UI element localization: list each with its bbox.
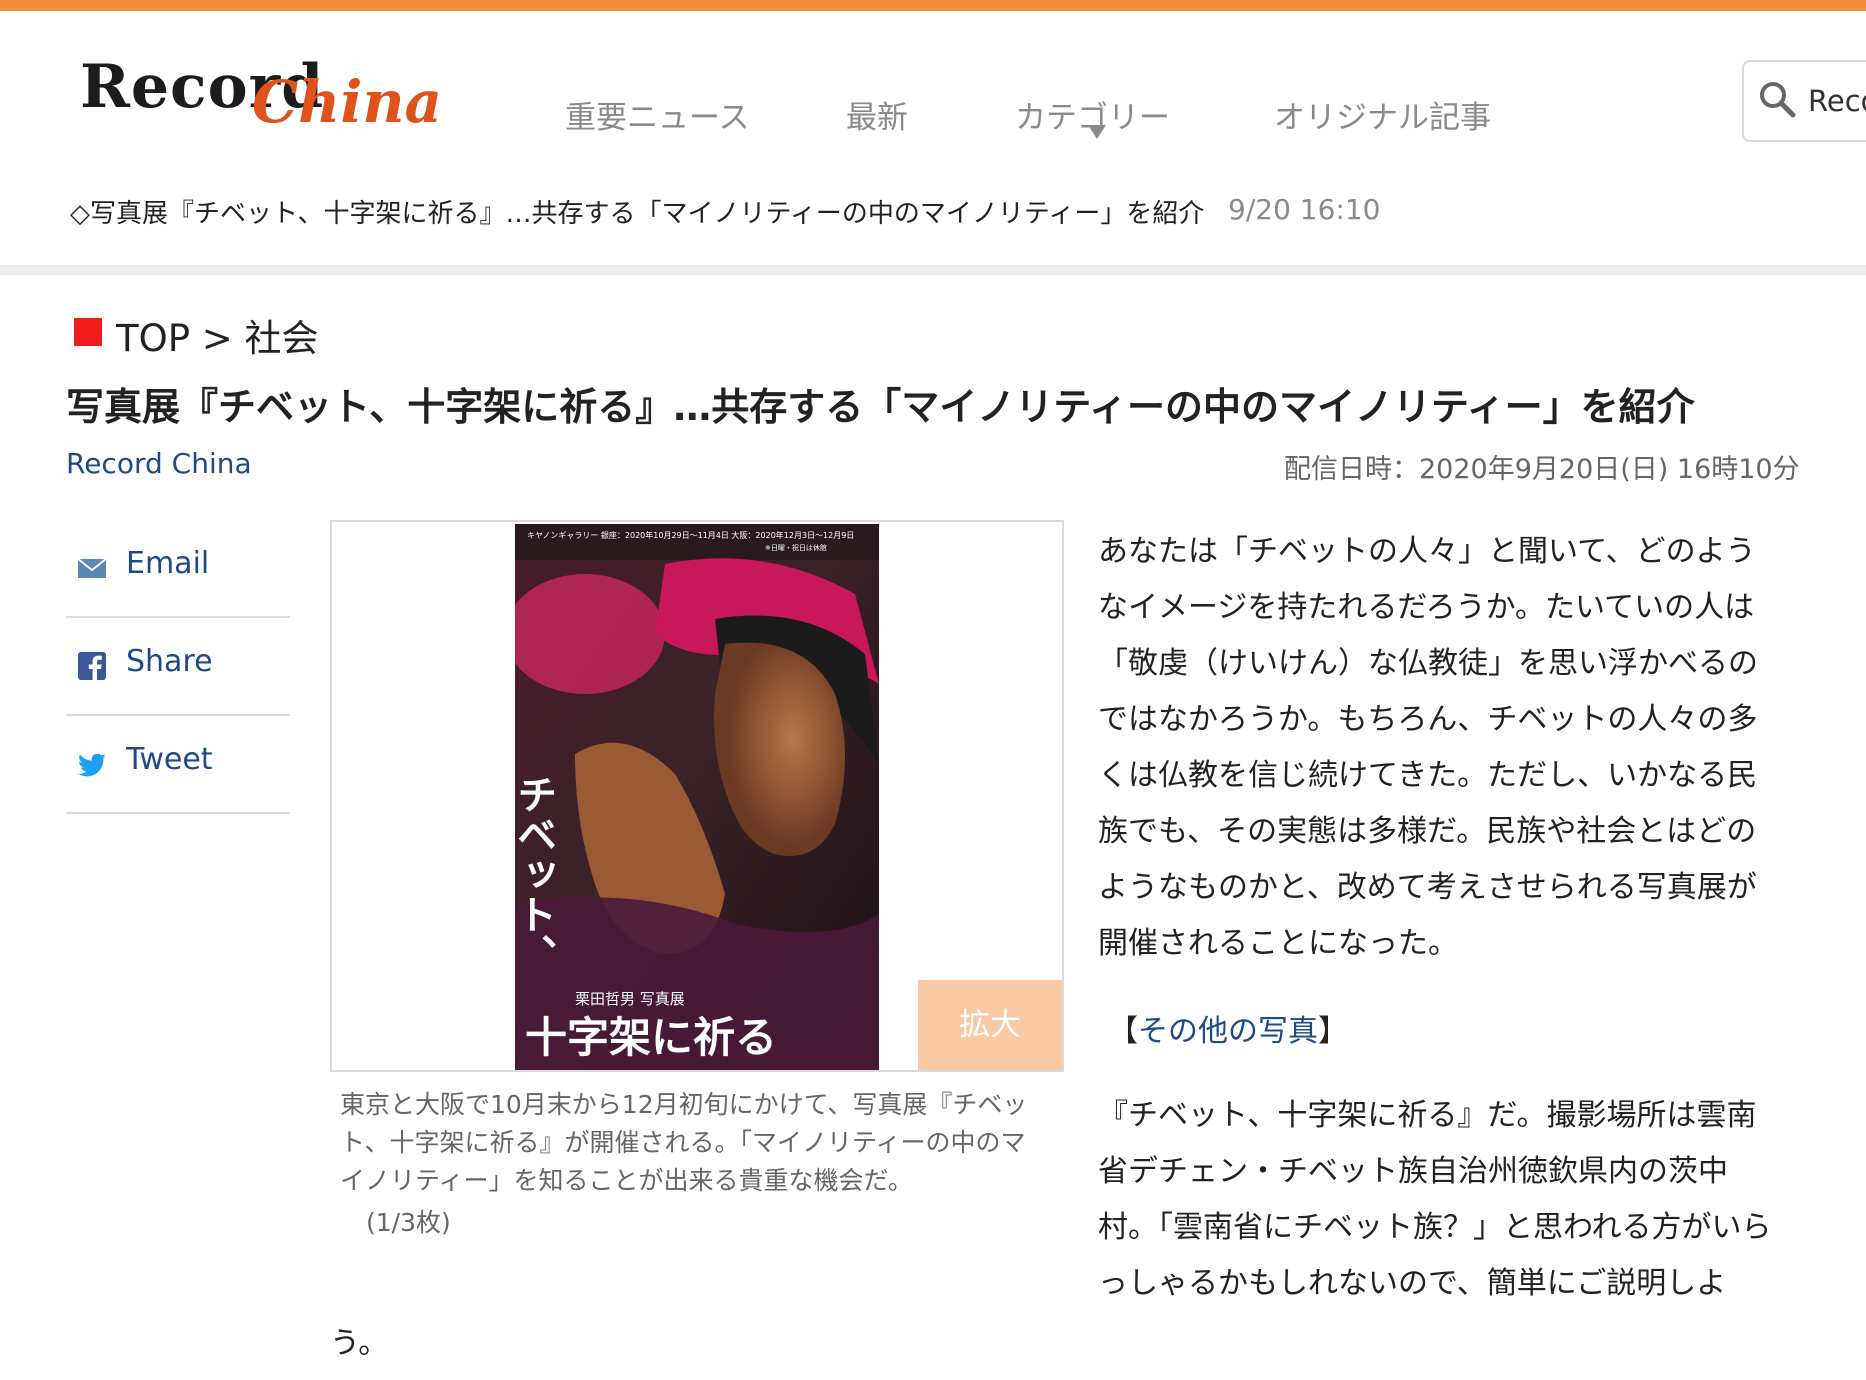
ticker-timestamp: 9/20 16:10 [1228, 193, 1381, 226]
twitter-share-button[interactable]: Tweet [66, 716, 290, 814]
search-input[interactable]: Reco [1742, 60, 1866, 142]
mail-icon [77, 558, 107, 578]
top-accent-bar [0, 0, 1866, 11]
poster-top-text-2: ※日曜・祝日は休館 [765, 543, 827, 552]
poster-author: 栗田哲男 写真展 [575, 990, 685, 1008]
bracket-open: 【 [1108, 1014, 1138, 1049]
exhibition-poster-image: キヤノンギャラリー 銀座：2020年10月29日〜11月4日 大阪：2020年1… [515, 524, 879, 1070]
more-photos: 【その他の写真】 [1108, 1006, 1348, 1050]
email-label: Email [126, 546, 210, 581]
facebook-icon [78, 652, 106, 680]
search-icon [1760, 82, 1796, 118]
ticker-headline-link[interactable]: ◇写真展『チベット、十字架に祈る』…共存する「マイノリティーの中のマイノリティー… [70, 193, 1204, 230]
paragraph-2-tail: う。 [330, 1326, 389, 1361]
article-body: あなたは「チベットの人々」と聞いて、どのようなイメージを持たれるだろうか。たいて… [1098, 524, 1784, 972]
header-divider [0, 265, 1866, 275]
site-logo[interactable]: Record China [62, 30, 452, 150]
breadcrumb-marker [74, 318, 102, 346]
twitter-bird-icon [78, 753, 106, 777]
expand-button[interactable]: 拡大 [918, 980, 1062, 1070]
nav-latest[interactable]: 最新 [846, 92, 908, 137]
paragraph-2: 『チベット、十字架に祈る』だ。撮影場所は雲南省デチェン・チベット族自治州徳欽県内… [1098, 1098, 1772, 1301]
nav-important-news[interactable]: 重要ニュース [565, 92, 749, 137]
poster-top-text: キヤノンギャラリー 銀座：2020年10月29日〜11月4日 大阪：2020年1… [527, 530, 854, 540]
facebook-share-button[interactable]: Share [66, 618, 290, 716]
paragraph-1: あなたは「チベットの人々」と聞いて、どのようなイメージを持たれるだろうか。たいて… [1098, 534, 1758, 961]
more-photos-link[interactable]: その他の写真 [1138, 1014, 1318, 1049]
facebook-label: Share [126, 644, 213, 679]
poster-title: 十字架に祈る [525, 1013, 777, 1062]
search-text: Reco [1808, 84, 1866, 118]
chevron-down-icon [1088, 125, 1106, 139]
bracket-close: 】 [1318, 1014, 1348, 1049]
share-list: Email Share Tweet [66, 520, 290, 814]
twitter-label: Tweet [126, 742, 213, 777]
article-title: 写真展『チベット、十字架に祈る』…共存する「マイノリティーの中のマイノリティー」… [66, 385, 1695, 429]
breadcrumb[interactable]: TOP > 社会 [116, 308, 319, 362]
article-body-continued: 『チベット、十字架に祈る』だ。撮影場所は雲南省デチェン・チベット族自治州徳欽県内… [1098, 1088, 1784, 1312]
article-photo[interactable]: キヤノンギャラリー 銀座：2020年10月29日〜11月4日 大阪：2020年1… [330, 520, 1064, 1072]
logo-china-text: China [252, 68, 443, 136]
email-share-button[interactable]: Email [66, 520, 290, 618]
article-source-link[interactable]: Record China [66, 447, 252, 480]
publish-datetime: 配信日時：2020年9月20日(日) 16時10分 [1284, 454, 1800, 485]
nav-original-articles[interactable]: オリジナル記事 [1274, 92, 1491, 137]
photo-caption: 東京と大阪で10月末から12月初旬にかけて、写真展『チベット、十字架に祈る』が開… [340, 1090, 1028, 1195]
photo-count: (1/3枚) [366, 1208, 451, 1237]
poster-vertical-title: チベット、 [515, 774, 556, 974]
